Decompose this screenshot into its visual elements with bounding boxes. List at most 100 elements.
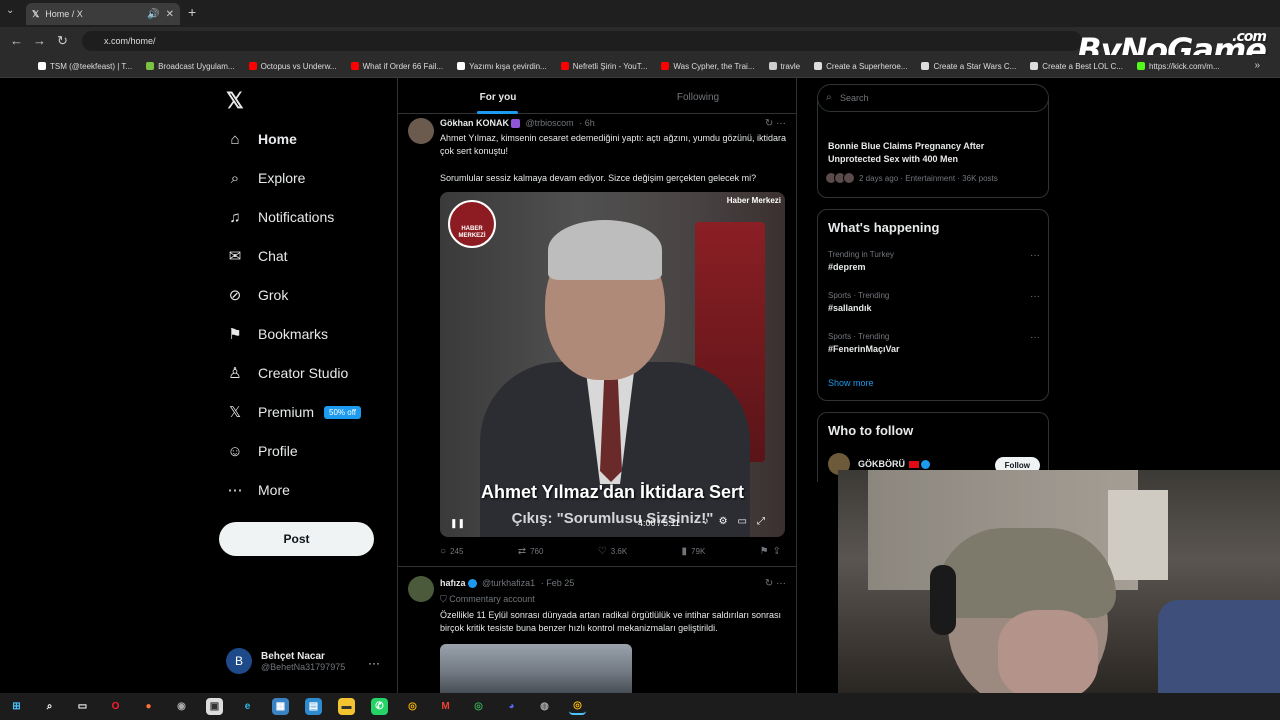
bookmark-item[interactable]: TSM (@teekfeast) | T... (38, 62, 132, 71)
tweet-more-icon[interactable]: ↻ ··· (765, 578, 786, 589)
firefox-icon[interactable]: ● (140, 698, 157, 715)
app-icon[interactable]: ▤ (305, 698, 322, 715)
repost-button[interactable]: ⇄ 760 (518, 546, 544, 557)
tweet[interactable]: hafıza @turkhafiza1 · Feb 25 ↻ ··· ⛉ Com… (398, 568, 796, 693)
tweet-image[interactable] (440, 644, 632, 693)
url-field[interactable]: x.com/home/ (82, 31, 1082, 51)
app-icon[interactable]: ◍ (536, 698, 553, 715)
chrome-active-icon[interactable]: ◎ (569, 698, 586, 715)
tweet-video[interactable]: HABER MERKEZİ Haber Merkezi Ahmet Yılmaz… (440, 192, 785, 537)
bookmark-item[interactable]: Create a Star Wars C... (921, 62, 1016, 71)
account-more-icon[interactable]: ··· (368, 656, 380, 670)
x-logo-icon[interactable]: 𝕏 (226, 88, 244, 114)
trend-item[interactable]: Sports · Trending #FenerinMaçıVar ··· (828, 332, 1040, 354)
tweet-author-name[interactable]: hafıza (440, 578, 466, 588)
edge-icon[interactable]: e (239, 698, 256, 715)
bookmark-item[interactable]: Create a Best LOL C... (1030, 62, 1123, 71)
windows-start-icon[interactable]: ⊞ (8, 698, 25, 715)
tweet-avatar[interactable] (408, 576, 434, 602)
bookmark-favicon-icon (457, 62, 466, 70)
back-icon[interactable]: ← (10, 33, 23, 48)
tab-following[interactable]: Following (598, 78, 796, 114)
store-icon[interactable]: ▣ (206, 698, 223, 715)
sidebar-item-bookmarks[interactable]: ⚑ Bookmarks (226, 325, 328, 343)
trend-more-icon[interactable]: ··· (1030, 291, 1040, 302)
like-button[interactable]: ♡ 3.6K (598, 546, 627, 557)
bookmark-share-buttons[interactable]: ⚑ ⇪ (760, 546, 785, 557)
video-controls: ❚❚ 4:00 / 5:11 ♪⚙▭⤢ (440, 510, 785, 537)
bookmark-item[interactable]: https://kick.com/m... (1136, 62, 1220, 71)
account-switcher[interactable]: B Behçet Nacar @BehetNa31797975 (226, 648, 345, 674)
task-view-icon[interactable]: ▭ (74, 698, 91, 715)
tweet-handle[interactable]: @trbioscom (526, 118, 574, 128)
tweet-avatar[interactable] (408, 118, 434, 144)
close-tab-icon[interactable]: ✕ (166, 9, 174, 20)
bookmark-item[interactable]: What if Order 66 Fail... (350, 62, 443, 71)
search-icon[interactable]: ⌕ (41, 698, 58, 715)
trend-meta: Sports · Trending (828, 332, 890, 341)
tab-search-icon[interactable]: ⌄ (6, 5, 14, 16)
browser-tab[interactable]: 𝕏 Home / X 🔊 ✕ (26, 3, 180, 25)
grok-icon: ⊘ (228, 287, 242, 304)
tweet-time[interactable]: · Feb 25 (541, 578, 575, 588)
trend-item[interactable]: Sports · Trending #sallandık ··· (828, 291, 1040, 313)
bookmark-item[interactable]: Was Cypher, the Trai... (661, 62, 755, 71)
file-explorer-icon[interactable]: ▬ (338, 698, 355, 715)
sidebar-item-profile[interactable]: ☺ Profile (226, 442, 297, 460)
views-button[interactable]: ▮ 79K (682, 546, 706, 557)
trend-more-icon[interactable]: ··· (1030, 332, 1040, 343)
reload-icon[interactable]: ↻ (57, 33, 68, 49)
feed-tabs: For you Following (398, 78, 796, 114)
forward-icon[interactable]: → (33, 33, 46, 48)
sidebar-item-chat[interactable]: ✉ Chat (226, 247, 288, 265)
tweet-time[interactable]: · 6h (579, 118, 595, 128)
sidebar-item-home[interactable]: ⌂ Home (226, 130, 296, 148)
app-icon[interactable]: ▦ (272, 698, 289, 715)
whatsapp-icon[interactable]: ✆ (371, 698, 388, 715)
sidebar-item-explore[interactable]: ⌕ Explore (226, 169, 306, 187)
suggestion-name: GÖKBÖRÜ (858, 459, 905, 469)
video-control-icons[interactable]: ♪⚙▭⤢ (704, 516, 775, 527)
trend-more-icon[interactable]: ··· (1030, 250, 1040, 261)
sidebar-item-more[interactable]: ⋯ More (226, 481, 290, 499)
repost-icon: ⇄ (517, 546, 527, 557)
chrome-icon[interactable]: ◎ (470, 698, 487, 715)
bookmark-favicon-icon (248, 62, 257, 70)
bookmark-item[interactable]: Nefretli Şirin - YouT... (560, 62, 647, 71)
tweet-handle[interactable]: @turkhafiza1 (482, 578, 535, 588)
news-card[interactable]: Bonnie Blue Claims Pregnancy After Unpro… (817, 98, 1049, 198)
discord-icon[interactable]: ◕ (503, 698, 520, 715)
commentary-tag-text: Commentary account (449, 594, 535, 604)
bookmark-item[interactable]: Yazımı kışa çevirdin... (457, 62, 547, 71)
pause-icon[interactable]: ❚❚ (450, 518, 465, 529)
affiliation-icon (511, 119, 521, 129)
bookmark-item[interactable]: travle (768, 62, 800, 71)
trend-item[interactable]: Trending in Turkey #deprem ··· (828, 250, 1040, 272)
post-button[interactable]: Post (219, 522, 374, 556)
opera-icon[interactable]: O (107, 698, 124, 715)
tweet[interactable]: Gökhan KONAK @trbioscom · 6h ↻ ··· Ahmet… (398, 116, 796, 567)
tweet-more-icon[interactable]: ↻ ··· (765, 118, 786, 129)
sidebar-item-grok[interactable]: ⊘ Grok (226, 286, 289, 304)
speaker-icon[interactable]: 🔊 (147, 9, 159, 20)
bookmarks-more-icon[interactable]: » (1254, 60, 1260, 71)
bookmark-favicon-icon (1136, 62, 1145, 70)
reply-button[interactable]: ○ 245 (440, 546, 463, 557)
sidebar-item-notifications[interactable]: ♫ Notifications (226, 208, 334, 226)
tweet-text-2: Sorumlular sessiz kalmaya devam ediyor. … (440, 173, 757, 183)
chrome-icon[interactable]: ◎ (404, 698, 421, 715)
new-tab-button[interactable]: + (188, 4, 196, 20)
bookmark-item[interactable]: Octopus vs Underw... (248, 62, 337, 71)
tweet-author-name[interactable]: Gökhan KONAK (440, 118, 509, 128)
bookmark-label: TSM (@teekfeast) | T... (50, 61, 133, 71)
tweet-header: hafıza @turkhafiza1 · Feb 25 (440, 578, 575, 589)
bookmark-item[interactable]: Create a Superheroe... (814, 62, 907, 71)
left-sidebar: 𝕏 ⌂ Home ⌕ Explore ♫ Notifications ✉ Chat ⊘ Grok ⚑… (218, 78, 398, 693)
sidebar-item-creator-studio[interactable]: ♙ Creator Studio (226, 364, 348, 382)
bookmark-item[interactable]: Broadcast Uygulam... (146, 62, 235, 71)
tab-for-you[interactable]: For you (398, 78, 598, 114)
app-icon[interactable]: ◉ (173, 698, 190, 715)
show-more-link[interactable]: Show more (828, 378, 874, 388)
sidebar-item-premium[interactable]: 𝕏 Premium 50% off (226, 403, 361, 421)
gmail-icon[interactable]: M (437, 698, 454, 715)
